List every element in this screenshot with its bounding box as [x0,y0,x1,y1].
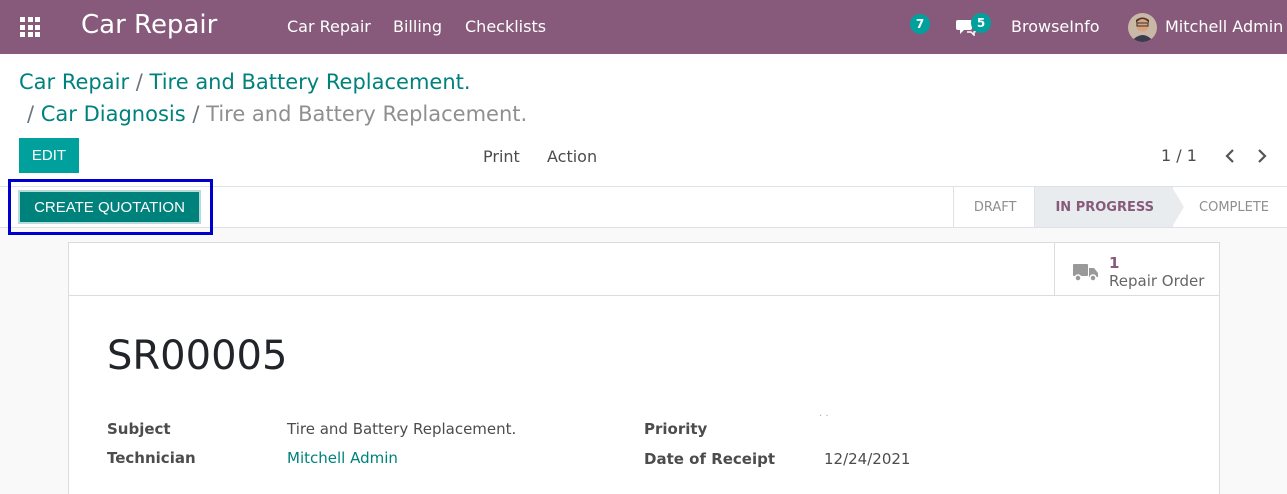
form-sheet: 1 Repair Order SR00005 Subject Tire and … [68,242,1220,494]
stage-label: DRAFT [973,199,1017,215]
stage-label: COMPLETE [1199,199,1269,215]
stage-complete[interactable]: COMPLETE [1172,187,1287,227]
priority-label: Priority [644,420,708,438]
technician-link[interactable]: Mitchell Admin [287,449,398,467]
smart-button-box: 1 Repair Order [69,243,1219,296]
subject-value: Tire and Battery Replacement. [287,420,517,438]
priority-widget[interactable]: · · [819,411,829,422]
breadcrumb-car-diagnosis[interactable]: Car Diagnosis [41,102,186,126]
app-title[interactable]: Car Repair [81,10,217,40]
repair-order-label: Repair Order [1109,272,1205,290]
chevron-left-icon[interactable] [1222,147,1238,165]
edit-button[interactable]: EDIT [19,138,79,173]
apps-menu-icon[interactable] [20,17,40,37]
avatar[interactable] [1128,13,1157,42]
breadcrumb: Car Repair / Tire and Battery Replacemen… [19,70,471,94]
top-navbar: Car Repair Car Repair Billing Checklists… [0,0,1287,54]
receipt-date-value: 12/24/2021 [824,450,911,468]
breadcrumb-tire-battery[interactable]: Tire and Battery Replacement. [150,70,471,94]
stage-label: IN PROGRESS [1055,199,1155,215]
breadcrumb-line-2: / Car Diagnosis / Tire and Battery Repla… [27,102,527,126]
company-switcher[interactable]: BrowseInfo [1011,17,1100,36]
breadcrumb-car-repair[interactable]: Car Repair [19,70,129,94]
subject-label: Subject [107,420,171,438]
breadcrumb-separator: / [192,102,200,126]
form-statusbar: CREATE QUOTATION DRAFT IN PROGRESS COMPL… [0,179,1287,235]
chevron-right-icon[interactable] [1254,147,1270,165]
print-dropdown[interactable]: Print [483,147,520,166]
breadcrumb-separator: / [135,70,143,94]
create-quotation-button[interactable]: CREATE QUOTATION [18,190,201,224]
menu-checklists[interactable]: Checklists [465,17,546,36]
user-menu[interactable]: Mitchell Admin [1165,17,1283,36]
menu-billing[interactable]: Billing [393,17,442,36]
pager-value[interactable]: 1 / 1 [1161,146,1197,165]
breadcrumb-separator: / [27,102,35,126]
truck-icon [1073,264,1098,282]
menu-car-repair[interactable]: Car Repair [287,17,371,36]
stage-draft[interactable]: DRAFT [952,187,1035,227]
activity-badge[interactable]: 7 [910,14,930,34]
repair-order-smart-button[interactable]: 1 Repair Order [1054,243,1219,296]
stage-pipeline: DRAFT IN PROGRESS COMPLETE [952,187,1287,227]
breadcrumb-current: Tire and Battery Replacement. [206,102,528,126]
repair-order-count: 1 [1109,254,1120,272]
record-title: SR00005 [107,333,288,379]
technician-label: Technician [107,449,196,467]
stage-arrow [1172,187,1185,227]
receipt-date-label: Date of Receipt [644,450,776,468]
action-dropdown[interactable]: Action [547,147,597,166]
control-panel: Car Repair / Tire and Battery Replacemen… [0,54,1287,187]
message-badge[interactable]: 5 [971,13,991,33]
stage-in-progress[interactable]: IN PROGRESS [1034,187,1185,227]
